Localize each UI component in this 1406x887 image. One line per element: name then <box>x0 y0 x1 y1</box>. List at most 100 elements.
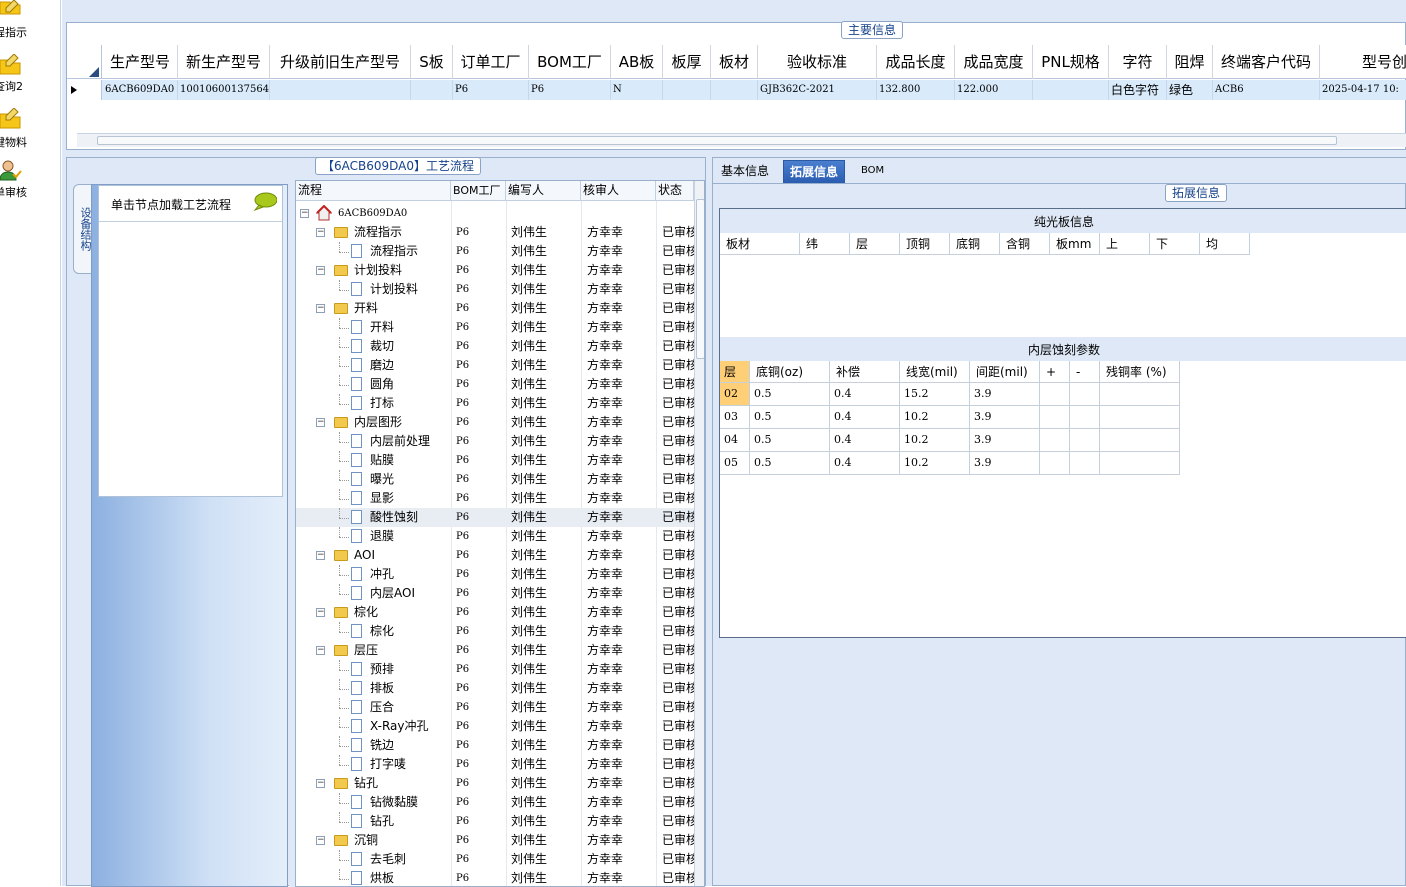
tab-bom[interactable]: BOM <box>855 160 890 183</box>
col-header[interactable]: 补偿 <box>830 361 900 383</box>
tree-row[interactable]: 钻微黏膜 P6 刘伟生 方幸幸 已审核 <box>296 793 694 812</box>
col-header[interactable]: 板材 <box>720 233 800 255</box>
cell[interactable]: 0.4 <box>830 452 900 475</box>
col-header[interactable]: - <box>1070 361 1100 383</box>
tree-row[interactable]: − 棕化 P6 刘伟生 方幸幸 已审核 <box>296 603 694 622</box>
col-header[interactable]: 线宽(mil) <box>900 361 970 383</box>
tree-row[interactable]: 磨边 P6 刘伟生 方幸幸 已审核 <box>296 356 694 375</box>
cell[interactable] <box>1040 429 1070 452</box>
col-header[interactable]: 型号创 <box>1320 45 1406 79</box>
col-header[interactable]: 阻焊 <box>1167 45 1213 79</box>
tree-row[interactable]: 计划投料 P6 刘伟生 方幸幸 已审核 <box>296 280 694 299</box>
cell[interactable] <box>1070 383 1100 406</box>
cell[interactable]: N <box>611 80 663 100</box>
cell[interactable]: 0.4 <box>830 406 900 429</box>
tree-row[interactable]: 裁切 P6 刘伟生 方幸幸 已审核 <box>296 337 694 356</box>
scroll-thumb[interactable] <box>97 136 1337 145</box>
col-header[interactable]: 均 <box>1200 233 1250 255</box>
collapse-icon[interactable]: − <box>316 779 325 788</box>
tree-row[interactable]: 排板 P6 刘伟生 方幸幸 已审核 <box>296 679 694 698</box>
cell[interactable] <box>1070 406 1100 429</box>
tab-basic-info[interactable]: 基本信息 <box>715 160 775 183</box>
col-header[interactable]: 层 <box>850 233 900 255</box>
col-header[interactable]: BOM工厂 <box>529 45 611 79</box>
cell[interactable]: 6ACB609DA0 <box>103 80 178 100</box>
cell[interactable] <box>411 80 453 100</box>
cell[interactable]: 2025-04-17 10: <box>1320 80 1406 100</box>
tree-row[interactable]: − 计划投料 P6 刘伟生 方幸幸 已审核 <box>296 261 694 280</box>
vertical-scrollbar[interactable] <box>694 181 704 886</box>
tree-row[interactable]: 打标 P6 刘伟生 方幸幸 已审核 <box>296 394 694 413</box>
col-header[interactable]: 编写人 <box>506 181 581 201</box>
cell[interactable] <box>1040 383 1070 406</box>
col-header[interactable]: 成品长度 <box>877 45 955 79</box>
nav-item-query2[interactable]: 查询2 <box>0 54 60 106</box>
tree-row[interactable]: 开料 P6 刘伟生 方幸幸 已审核 <box>296 318 694 337</box>
col-header[interactable]: 纬 <box>800 233 850 255</box>
cell[interactable] <box>1040 452 1070 475</box>
cell[interactable]: P6 <box>453 80 529 100</box>
col-header[interactable]: 核审人 <box>581 181 656 201</box>
cell[interactable]: 0.5 <box>750 406 830 429</box>
cell[interactable]: 白色字符 <box>1109 80 1167 100</box>
col-header[interactable]: 验收标准 <box>758 45 877 79</box>
col-header[interactable]: 终端客户代码 <box>1213 45 1320 79</box>
col-header[interactable]: + <box>1040 361 1070 383</box>
tree-row[interactable]: 钻孔 P6 刘伟生 方幸幸 已审核 <box>296 812 694 831</box>
tree-row[interactable]: 显影 P6 刘伟生 方幸幸 已审核 <box>296 489 694 508</box>
cell[interactable]: 10010600137564 <box>178 80 270 100</box>
tree-row[interactable]: 酸性蚀刻 P6 刘伟生 方幸幸 已审核 <box>296 508 694 527</box>
collapse-icon[interactable]: − <box>316 551 325 560</box>
tree-row[interactable]: 预排 P6 刘伟生 方幸幸 已审核 <box>296 660 694 679</box>
col-header[interactable]: 新生产型号 <box>178 45 270 79</box>
col-header[interactable]: 底铜(oz) <box>750 361 830 383</box>
col-header[interactable]: AB板 <box>611 45 663 79</box>
scroll-thumb[interactable] <box>696 199 704 359</box>
collapse-icon[interactable]: − <box>316 608 325 617</box>
nav-item-key-materials[interactable]: 键物料 <box>0 108 60 160</box>
cell[interactable]: 3.9 <box>970 452 1040 475</box>
cell[interactable] <box>711 80 758 100</box>
cell[interactable]: 15.2 <box>900 383 970 406</box>
col-header[interactable]: 状态 <box>656 181 694 201</box>
cell[interactable] <box>1040 406 1070 429</box>
cell[interactable]: 绿色 <box>1167 80 1213 100</box>
tree-row[interactable]: 内层AOI P6 刘伟生 方幸幸 已审核 <box>296 584 694 603</box>
cell[interactable]: 10.2 <box>900 406 970 429</box>
cell[interactable]: 0.5 <box>750 383 830 406</box>
tree-row[interactable]: 去毛刺 P6 刘伟生 方幸幸 已审核 <box>296 850 694 869</box>
horizontal-scrollbar[interactable] <box>77 133 1406 147</box>
cell[interactable]: 04 <box>720 429 750 452</box>
col-header[interactable]: 顶铜 <box>900 233 950 255</box>
col-header[interactable]: 板厚 <box>663 45 711 79</box>
cell[interactable]: 03 <box>720 406 750 429</box>
cell[interactable]: 10.2 <box>900 429 970 452</box>
cell[interactable] <box>1100 383 1180 406</box>
cell[interactable]: P6 <box>529 80 611 100</box>
cell[interactable]: 3.9 <box>970 383 1040 406</box>
cell[interactable]: 10.2 <box>900 452 970 475</box>
tree-row[interactable]: 流程指示 P6 刘伟生 方幸幸 已审核 <box>296 242 694 261</box>
col-header[interactable]: 字符 <box>1109 45 1167 79</box>
cell[interactable] <box>1070 452 1100 475</box>
cell[interactable] <box>663 80 711 100</box>
col-header[interactable]: 流程 <box>296 181 451 201</box>
cell[interactable]: 0.5 <box>750 452 830 475</box>
tree-row[interactable]: − 钻孔 P6 刘伟生 方幸幸 已审核 <box>296 774 694 793</box>
cell[interactable] <box>1100 452 1180 475</box>
tree-row[interactable]: − 开料 P6 刘伟生 方幸幸 已审核 <box>296 299 694 318</box>
cell[interactable]: 02 <box>720 383 750 406</box>
cell[interactable]: 3.9 <box>970 429 1040 452</box>
col-header[interactable]: S板 <box>411 45 453 79</box>
collapse-icon[interactable]: − <box>316 418 325 427</box>
tree-row[interactable]: − 6ACB609DA0 <box>296 204 694 223</box>
cell[interactable]: 122.000 <box>955 80 1033 100</box>
cell[interactable] <box>1100 429 1180 452</box>
col-header[interactable]: BOM工厂 <box>451 181 506 201</box>
tree-row[interactable]: 贴膜 P6 刘伟生 方幸幸 已审核 <box>296 451 694 470</box>
tree-row[interactable]: − 内层图形 P6 刘伟生 方幸幸 已审核 <box>296 413 694 432</box>
col-header[interactable]: PNL规格 <box>1033 45 1109 79</box>
cell[interactable]: 0.5 <box>750 429 830 452</box>
nav-item-process-instructions[interactable]: 程指示 <box>0 0 60 52</box>
col-header[interactable]: 层 <box>720 361 750 383</box>
